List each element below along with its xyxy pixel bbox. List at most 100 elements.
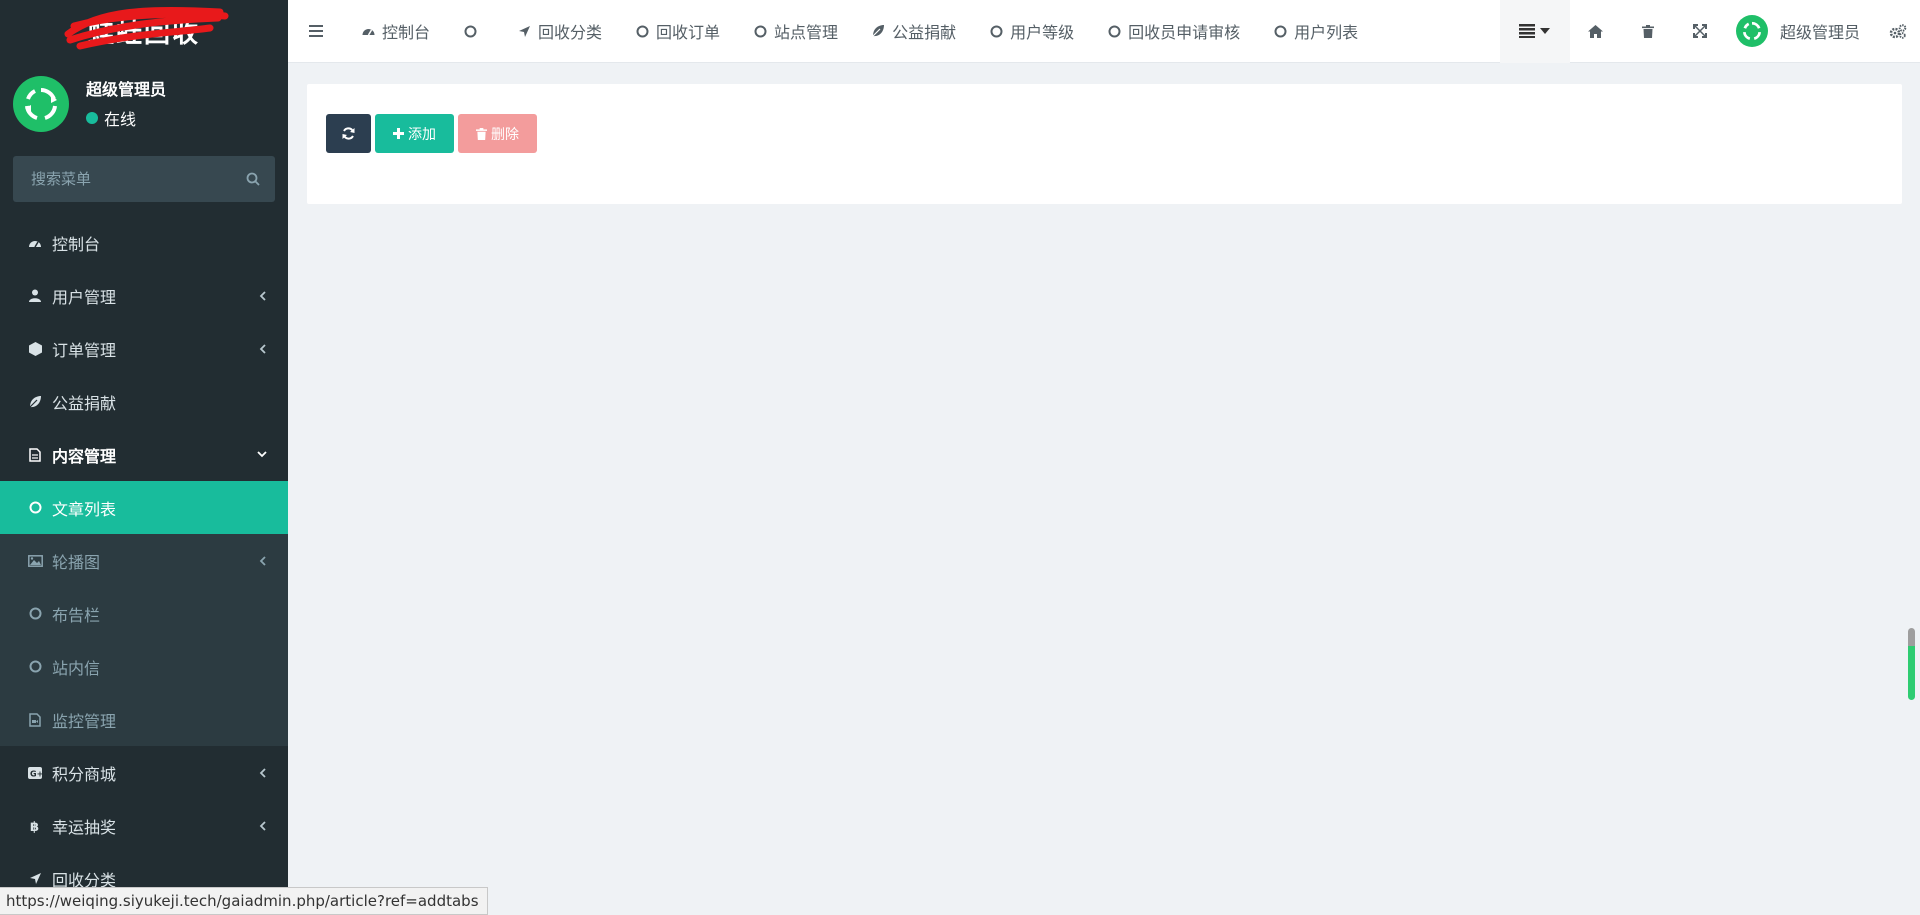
tab-user-list[interactable]: 用户列表 [1256, 0, 1374, 63]
sidebar-item-points-mall[interactable]: G+ 积分商城 [0, 746, 288, 799]
location-arrow-icon [516, 23, 532, 39]
add-button-label: 添加 [408, 126, 436, 143]
search-input[interactable] [29, 169, 229, 189]
svg-text:G+: G+ [30, 769, 42, 778]
delete-button[interactable]: 删除 [458, 114, 537, 153]
sidebar-item-content-management[interactable]: 内容管理 [0, 428, 288, 481]
circle-o-icon [634, 23, 650, 39]
online-dot-icon [86, 112, 98, 124]
sidebar-item-label: 文章列表 [52, 499, 117, 519]
sidebar-item-charity[interactable]: 公益捐献 [0, 375, 288, 428]
sidebar-item-dashboard[interactable]: 控制台 [0, 216, 288, 269]
sidebar-item-monitoring[interactable]: 监控管理 [0, 693, 288, 746]
tab-label: 回收分类 [538, 23, 603, 42]
tab-charity[interactable]: 公益捐献 [854, 0, 972, 63]
chevron-left-icon [256, 290, 268, 301]
recycle-logo-icon [1742, 21, 1762, 41]
sidebar: 蛙蛙回收 超级管理员 在线 搜索菜单 控制台 用户管理 订单管理 公益捐献 内容… [0, 0, 288, 915]
recycle-logo-icon [25, 88, 57, 120]
logo-bar[interactable]: 蛙蛙回收 [0, 0, 288, 62]
location-arrow-icon [27, 871, 43, 887]
chevron-down-icon [256, 451, 268, 458]
sidebar-item-label: 布告栏 [52, 605, 101, 625]
caret-down-icon [1540, 28, 1551, 34]
google-plus-icon: G+ [27, 765, 43, 781]
sidebar-item-label: 订单管理 [52, 340, 117, 360]
chevron-left-icon [256, 767, 268, 778]
trash-icon [476, 127, 487, 140]
circle-o-icon [988, 23, 1004, 39]
toolbar: 添加 删除 [326, 114, 537, 153]
tab-recycle-orders[interactable]: 回收订单 [618, 0, 736, 63]
sidebar-item-label: 轮播图 [52, 552, 101, 572]
circle-o-icon [462, 23, 478, 39]
sidebar-menu: 控制台 用户管理 订单管理 公益捐献 内容管理 文章列表 轮播图 布告栏 站内信… [0, 216, 288, 905]
tab-recycle-category[interactable]: 回收分类 [500, 0, 618, 63]
scroll-indicator[interactable] [1908, 628, 1915, 700]
sidebar-item-article-list[interactable]: 文章列表 [0, 481, 288, 534]
sidebar-item-label: 幸运抽奖 [52, 817, 117, 837]
tab-untitled[interactable] [446, 0, 500, 63]
article-list-panel: 添加 删除 [307, 84, 1902, 204]
avatar[interactable] [13, 76, 69, 132]
sidebar-item-label: 公益捐献 [52, 393, 117, 413]
content-submenu: 文章列表 轮播图 布告栏 站内信 监控管理 [0, 481, 288, 746]
sidebar-search [13, 156, 275, 202]
clear-cache-button[interactable] [1622, 0, 1674, 63]
bitcoin-icon: ฿ [27, 818, 43, 834]
sidebar-item-lucky-draw[interactable]: ฿ 幸运抽奖 [0, 799, 288, 852]
sidebar-item-label: 积分商城 [52, 764, 117, 784]
user-icon [27, 288, 43, 304]
tab-label: 用户等级 [1010, 23, 1075, 42]
user-panel: 超级管理员 在线 [0, 62, 288, 144]
expand-icon [1692, 24, 1707, 38]
svg-text:฿: ฿ [30, 820, 39, 833]
circle-o-icon [752, 23, 768, 39]
file-video-icon [27, 712, 43, 728]
gears-icon [1889, 23, 1907, 39]
leaf-icon [27, 394, 43, 410]
tab-recycler-application-review[interactable]: 回收员申请审核 [1090, 0, 1256, 63]
tab-label: 站点管理 [774, 23, 839, 42]
tab-user-level[interactable]: 用户等级 [972, 0, 1090, 63]
sidebar-item-carousel[interactable]: 轮播图 [0, 534, 288, 587]
avatar [1735, 15, 1768, 47]
sidebar-item-label: 控制台 [52, 234, 101, 254]
status-bar-url: https://weiqing.siyukeji.tech/gaiadmin.p… [0, 887, 488, 915]
refresh-button[interactable] [326, 114, 371, 153]
tab-label: 用户列表 [1294, 23, 1359, 42]
file-icon [27, 447, 43, 463]
circle-o-icon [27, 606, 43, 622]
sidebar-item-order-management[interactable]: 订单管理 [0, 322, 288, 375]
tab-label: 控制台 [382, 23, 431, 42]
circle-o-icon [1106, 23, 1122, 39]
search-icon[interactable] [246, 172, 260, 186]
sidebar-toggle-button[interactable] [288, 0, 344, 63]
sidebar-item-label: 站内信 [52, 658, 101, 678]
sidebar-item-label: 用户管理 [52, 287, 117, 307]
home-icon [1588, 24, 1604, 38]
sidebar-item-bulletin[interactable]: 布告栏 [0, 587, 288, 640]
add-button[interactable]: 添加 [375, 114, 454, 153]
sidebar-item-label: 监控管理 [52, 711, 117, 731]
user-status-label: 在线 [104, 110, 137, 129]
tab-site-management[interactable]: 站点管理 [736, 0, 854, 63]
tabs-dropdown-button[interactable] [1499, 0, 1570, 63]
top-navbar: 控制台 回收分类 回收订单 站点管理 公益捐献 用户等级 回收员申请审核 用户列… [288, 0, 1920, 63]
image-icon [27, 553, 43, 569]
leaf-icon [870, 23, 886, 39]
tab-label: 回收订单 [656, 23, 721, 42]
cube-icon [27, 341, 43, 357]
circle-o-icon [27, 500, 43, 516]
sidebar-item-label: 内容管理 [52, 446, 117, 466]
fullscreen-button[interactable] [1674, 0, 1726, 63]
trash-icon [1641, 24, 1654, 38]
home-button[interactable] [1570, 0, 1622, 63]
plus-icon [393, 128, 404, 139]
tab-dashboard[interactable]: 控制台 [344, 0, 446, 63]
sidebar-item-user-management[interactable]: 用户管理 [0, 269, 288, 322]
redaction-scribble [64, 6, 229, 50]
settings-button[interactable] [1876, 0, 1920, 63]
sidebar-item-inbox[interactable]: 站内信 [0, 640, 288, 693]
navbar-user-menu[interactable]: 超级管理员 [1726, 0, 1876, 63]
